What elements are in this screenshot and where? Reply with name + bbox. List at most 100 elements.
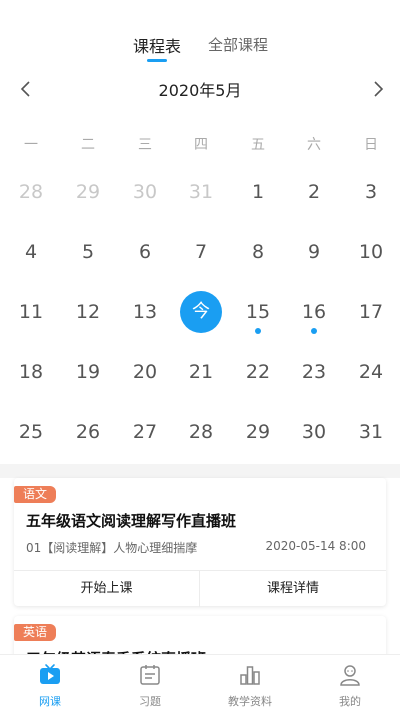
day-number: 5 [81, 241, 95, 263]
calendar-day[interactable]: 30 [123, 172, 167, 212]
calendar-day[interactable]: 19 [66, 352, 110, 392]
calendar-day[interactable]: 5 [66, 232, 110, 272]
day-number: 13 [132, 301, 158, 323]
tab-all-courses[interactable]: 全部课程 [208, 34, 268, 55]
calendar-day[interactable]: 17 [349, 292, 393, 332]
day-number: 24 [358, 361, 384, 383]
day-number: 21 [188, 361, 214, 383]
calendar-day[interactable]: 24 [349, 352, 393, 392]
day-number: 18 [18, 361, 44, 383]
nav-label: 我的 [339, 695, 361, 708]
day-number: 16 [301, 301, 327, 323]
calendar-day[interactable]: 4 [9, 232, 53, 272]
day-number: 30 [132, 181, 158, 203]
tv-play-icon [40, 664, 60, 684]
calendar-day[interactable]: 20 [123, 352, 167, 392]
weekday-label: 五 [251, 137, 265, 153]
start-class-button[interactable]: 开始上课 [14, 571, 200, 607]
course-indicator-dot [311, 328, 317, 334]
day-number: 23 [301, 361, 327, 383]
lesson-time: 2020-05-14 8:00 [265, 539, 367, 553]
subject-badge: 语文 [14, 486, 57, 503]
nav-item-profile[interactable]: 我的 [300, 655, 400, 711]
calendar-day[interactable]: 3 [349, 172, 393, 212]
day-number: 29 [75, 181, 101, 203]
calendar-list-icon [140, 665, 160, 685]
calendar-day[interactable]: 25 [9, 412, 53, 452]
day-number: 12 [75, 301, 101, 323]
calendar-day[interactable]: 26 [66, 412, 110, 452]
calendar-day[interactable]: 30 [292, 412, 336, 452]
day-number: 3 [364, 181, 378, 203]
nav-label: 教学资料 [228, 695, 272, 708]
day-number: 15 [245, 301, 271, 323]
day-number: 28 [188, 421, 214, 443]
weekday-label: 三 [138, 137, 152, 153]
calendar-day[interactable]: 28 [9, 172, 53, 212]
day-number: 4 [24, 241, 38, 263]
day-number: 26 [75, 421, 101, 443]
month-bar: 2020年5月 [0, 77, 400, 101]
day-number: 25 [18, 421, 44, 443]
calendar-day[interactable]: 8 [236, 232, 280, 272]
today-day[interactable]: 今 [180, 291, 222, 333]
day-number: 19 [75, 361, 101, 383]
calendar-day[interactable]: 21 [179, 352, 223, 392]
weekday-label: 四 [194, 137, 208, 153]
tab-active-indicator [147, 59, 167, 62]
lesson-name: 01【阅读理解】人物心理细揣摩 [26, 541, 198, 555]
weekday-label: 一 [24, 137, 38, 153]
nav-label: 网课 [39, 695, 61, 708]
day-number: 1 [251, 181, 265, 203]
calendar-day[interactable]: 12 [66, 292, 110, 332]
top-tabs: 课程表 全部课程 [0, 33, 400, 63]
course-title: 五年级语文阅读理解写作直播班 [26, 512, 237, 530]
weekday-label: 六 [307, 137, 321, 153]
subject-badge: 英语 [14, 624, 57, 641]
calendar-day[interactable]: 15 [236, 292, 280, 334]
calendar-day[interactable]: 31 [349, 412, 393, 452]
calendar-day[interactable]: 28 [179, 412, 223, 452]
day-number: 9 [307, 241, 321, 263]
calendar-day[interactable]: 1 [236, 172, 280, 212]
calendar-day[interactable]: 18 [9, 352, 53, 392]
day-number: 11 [18, 301, 44, 323]
calendar-day[interactable]: 23 [292, 352, 336, 392]
bar-chart-icon [240, 666, 260, 685]
bottom-nav: 网课 习题 教学资料 我的 [0, 654, 400, 711]
nav-item-teaching-materials[interactable]: 教学资料 [200, 655, 300, 711]
calendar-day[interactable]: 7 [179, 232, 223, 272]
calendar-day[interactable]: 29 [236, 412, 280, 452]
calendar-day[interactable]: 11 [9, 292, 53, 332]
day-number: 17 [358, 301, 384, 323]
day-number: 28 [18, 181, 44, 203]
day-number: 31 [188, 181, 214, 203]
weekday-header: 一二三四五六日 [0, 134, 400, 154]
calendar-day[interactable]: 31 [179, 172, 223, 212]
nav-label: 习题 [139, 695, 161, 708]
calendar-day[interactable]: 13 [123, 292, 167, 332]
calendar-day[interactable]: 29 [66, 172, 110, 212]
day-number: 20 [132, 361, 158, 383]
calendar-day[interactable]: 2 [292, 172, 336, 212]
day-number: 27 [132, 421, 158, 443]
calendar-day[interactable]: 16 [292, 292, 336, 334]
calendar-day[interactable]: 10 [349, 232, 393, 272]
day-number: 10 [358, 241, 384, 263]
course-detail-button[interactable]: 课程详情 [200, 571, 386, 607]
calendar-day[interactable]: 9 [292, 232, 336, 272]
calendar-day[interactable]: 22 [236, 352, 280, 392]
section-divider [0, 464, 400, 478]
day-number: 8 [251, 241, 265, 263]
card-actions: 开始上课 课程详情 [14, 570, 386, 607]
weekday-label: 日 [364, 137, 378, 153]
calendar-day[interactable]: 6 [123, 232, 167, 272]
chevron-right-icon[interactable] [368, 79, 388, 99]
day-number: 2 [307, 181, 321, 203]
tab-schedule[interactable]: 课程表 [133, 33, 181, 57]
course-card[interactable]: 语文 五年级语文阅读理解写作直播班 01【阅读理解】人物心理细揣摩 2020-0… [14, 478, 386, 607]
calendar-day[interactable]: 27 [123, 412, 167, 452]
nav-item-online-class[interactable]: 网课 [0, 655, 100, 711]
user-icon [340, 665, 360, 686]
nav-item-exercises[interactable]: 习题 [100, 655, 200, 711]
